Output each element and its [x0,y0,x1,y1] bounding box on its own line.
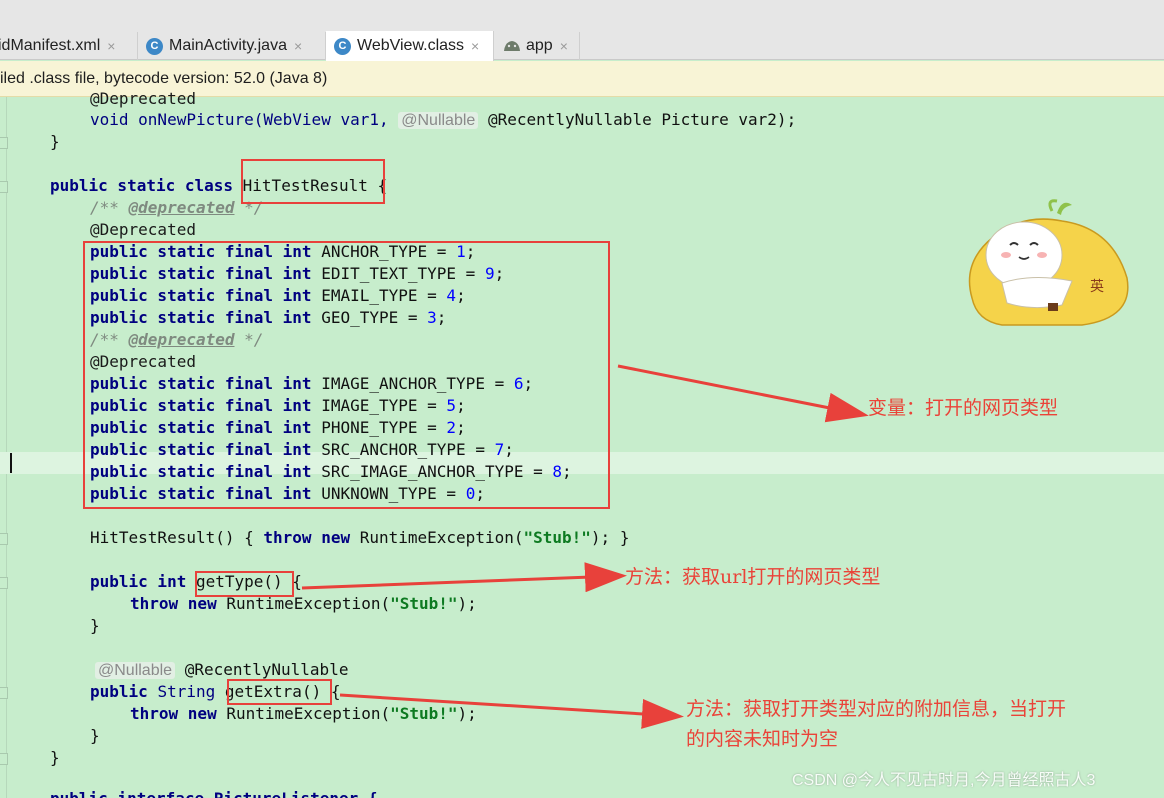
watermark: CSDN @今人不见古时月,今月曾经照古人3 [792,772,1096,789]
arrow-to-gettype [301,562,627,593]
mascot-sticker: 英 [968,199,1129,326]
annotation-variables: 变量：打开的网页类型 [868,397,1059,419]
arrow-to-getextra [339,693,684,729]
sticker-glyph: 英 [1090,278,1104,295]
annotation-gettype: 方法：获取url打开的网页类型 [625,566,881,588]
arrow-to-fields [617,364,869,423]
annotation-getextra-line1: 方法：获取打开类型对应的附加信息，当打开 [686,698,1067,720]
annotation-getextra-line2: 的内容未知时为空 [686,728,839,750]
